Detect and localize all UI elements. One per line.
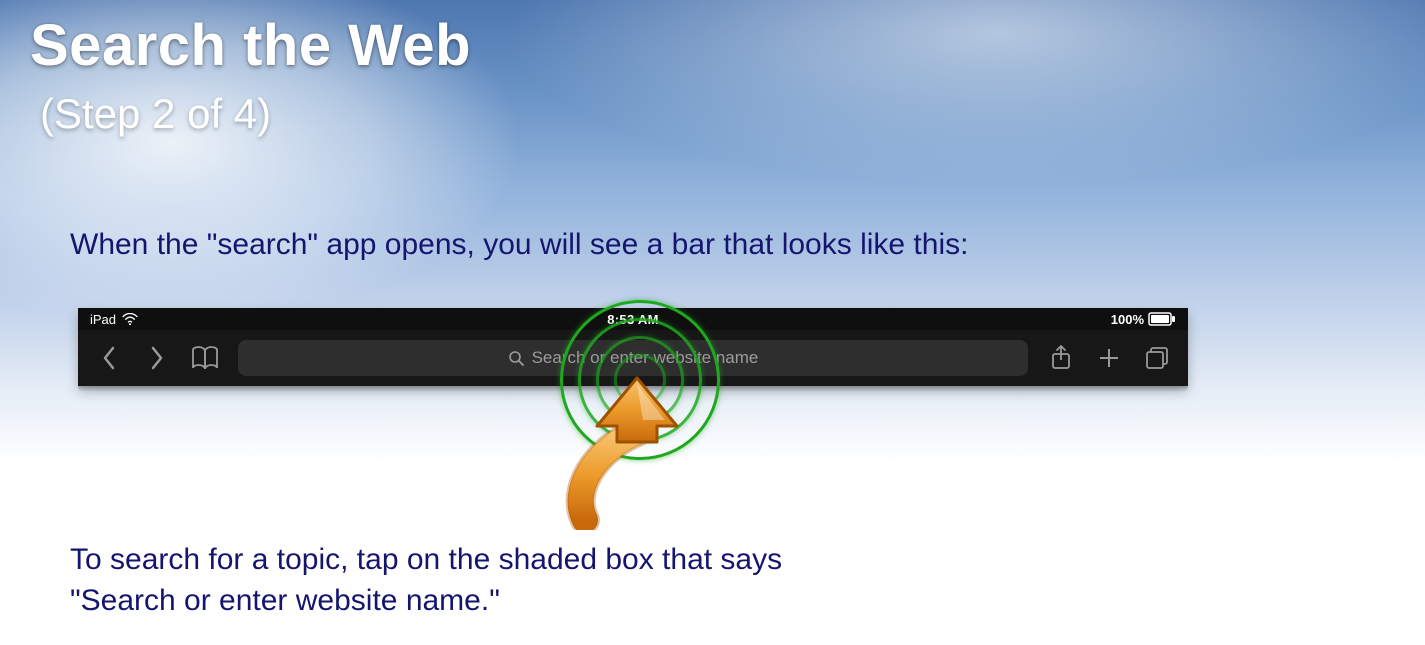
back-button[interactable] [88, 337, 130, 379]
safari-toolbar-screenshot: iPad 8:53 AM 100% [78, 308, 1188, 386]
forward-button[interactable] [136, 337, 178, 379]
instruction-line-1: To search for a topic, tap on the shaded… [70, 543, 782, 576]
address-search-field[interactable]: Search or enter website name [238, 340, 1028, 376]
wifi-icon [122, 313, 138, 325]
plus-icon [1097, 346, 1121, 370]
magnifier-icon [508, 350, 524, 366]
new-tab-button[interactable] [1088, 337, 1130, 379]
instruction-line-2: "Search or enter website name." [70, 584, 500, 617]
chevron-right-icon [147, 344, 167, 372]
safari-toolbar-row: Search or enter website name [78, 330, 1188, 386]
slide-subtitle: (Step 2 of 4) [40, 90, 271, 138]
bookmarks-button[interactable] [184, 337, 226, 379]
instruction-text: To search for a topic, tap on the shaded… [70, 540, 782, 621]
status-time: 8:53 AM [452, 312, 814, 327]
intro-text: When the "search" app opens, you will se… [70, 225, 968, 266]
battery-percent: 100% [1111, 312, 1144, 327]
book-icon [190, 345, 220, 371]
device-label: iPad [90, 312, 116, 327]
share-icon [1049, 344, 1073, 372]
share-button[interactable] [1040, 337, 1082, 379]
status-bar: iPad 8:53 AM 100% [78, 308, 1188, 330]
pointer-arrow-icon [565, 370, 715, 530]
slide-title: Search the Web [30, 12, 471, 79]
battery-icon [1148, 312, 1176, 326]
tutorial-slide: Search the Web (Step 2 of 4) When the "s… [0, 0, 1425, 645]
chevron-left-icon [99, 344, 119, 372]
tabs-icon [1144, 345, 1170, 371]
address-placeholder: Search or enter website name [532, 348, 759, 368]
tabs-button[interactable] [1136, 337, 1178, 379]
